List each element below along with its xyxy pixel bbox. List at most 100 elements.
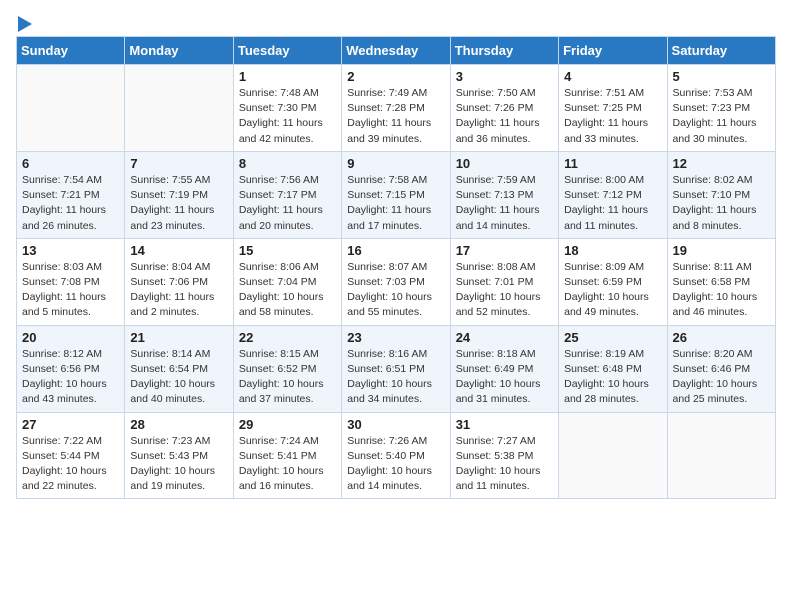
day-number: 4 [564, 69, 661, 84]
day-info: Sunrise: 7:48 AM Sunset: 7:30 PM Dayligh… [239, 86, 336, 147]
calendar-cell: 8Sunrise: 7:56 AM Sunset: 7:17 PM Daylig… [233, 151, 341, 238]
calendar-cell: 26 Sunrise: 8:20 AM Sunset: 6:46 PM Dayli… [667, 325, 775, 412]
calendar-cell: 3 Sunrise: 7:50 AM Sunset: 7:26 PM Daylig… [450, 65, 558, 152]
calendar-cell: 31 Sunrise: 7:27 AM Sunset: 5:38 PM Dayli… [450, 412, 558, 499]
calendar-week-row: 6Sunrise: 7:54 AM Sunset: 7:21 PM Daylig… [17, 151, 776, 238]
day-info: Sunrise: 8:18 AM Sunset: 6:49 PM Dayligh… [456, 347, 553, 408]
calendar-cell: 1 Sunrise: 7:48 AM Sunset: 7:30 PM Daylig… [233, 65, 341, 152]
day-info: Sunrise: 8:20 AM Sunset: 6:46 PM Dayligh… [673, 347, 770, 408]
day-number: 17 [456, 243, 553, 258]
calendar-cell: 29Sunrise: 7:24 AM Sunset: 5:41 PM Dayli… [233, 412, 341, 499]
day-info: Sunrise: 7:55 AM Sunset: 7:19 PM Dayligh… [130, 173, 227, 234]
calendar-week-row: 20Sunrise: 8:12 AM Sunset: 6:56 PM Dayli… [17, 325, 776, 412]
day-info: Sunrise: 7:59 AM Sunset: 7:13 PM Dayligh… [456, 173, 553, 234]
day-info: Sunrise: 7:22 AM Sunset: 5:44 PM Dayligh… [22, 434, 119, 495]
day-of-week-header: Monday [125, 37, 233, 65]
day-number: 19 [673, 243, 770, 258]
day-number: 28 [130, 417, 227, 432]
calendar-cell: 9 Sunrise: 7:58 AM Sunset: 7:15 PM Daylig… [342, 151, 450, 238]
day-number: 7 [130, 156, 227, 171]
logo [16, 16, 32, 28]
day-number: 15 [239, 243, 336, 258]
day-info: Sunrise: 7:54 AM Sunset: 7:21 PM Dayligh… [22, 173, 119, 234]
calendar-cell: 16 Sunrise: 8:07 AM Sunset: 7:03 PM Dayli… [342, 238, 450, 325]
day-number: 21 [130, 330, 227, 345]
day-number: 5 [673, 69, 770, 84]
calendar-cell: 4 Sunrise: 7:51 AM Sunset: 7:25 PM Daylig… [559, 65, 667, 152]
day-number: 20 [22, 330, 119, 345]
calendar-cell: 2 Sunrise: 7:49 AM Sunset: 7:28 PM Daylig… [342, 65, 450, 152]
day-number: 22 [239, 330, 336, 345]
day-number: 3 [456, 69, 553, 84]
day-number: 26 [673, 330, 770, 345]
day-info: Sunrise: 8:14 AM Sunset: 6:54 PM Dayligh… [130, 347, 227, 408]
day-info: Sunrise: 7:58 AM Sunset: 7:15 PM Dayligh… [347, 173, 444, 234]
day-info: Sunrise: 8:07 AM Sunset: 7:03 PM Dayligh… [347, 260, 444, 321]
day-number: 9 [347, 156, 444, 171]
day-number: 25 [564, 330, 661, 345]
day-info: Sunrise: 8:06 AM Sunset: 7:04 PM Dayligh… [239, 260, 336, 321]
calendar-cell: 22Sunrise: 8:15 AM Sunset: 6:52 PM Dayli… [233, 325, 341, 412]
day-of-week-header: Sunday [17, 37, 125, 65]
calendar-cell: 23Sunrise: 8:16 AM Sunset: 6:51 PM Dayli… [342, 325, 450, 412]
day-number: 16 [347, 243, 444, 258]
day-of-week-header: Saturday [667, 37, 775, 65]
calendar-cell: 14 Sunrise: 8:04 AM Sunset: 7:06 PM Dayli… [125, 238, 233, 325]
calendar-cell: 27 Sunrise: 7:22 AM Sunset: 5:44 PM Dayli… [17, 412, 125, 499]
calendar-cell: 5 Sunrise: 7:53 AM Sunset: 7:23 PM Daylig… [667, 65, 775, 152]
day-info: Sunrise: 7:27 AM Sunset: 5:38 PM Dayligh… [456, 434, 553, 495]
day-number: 2 [347, 69, 444, 84]
calendar-cell: 25 Sunrise: 8:19 AM Sunset: 6:48 PM Dayli… [559, 325, 667, 412]
day-info: Sunrise: 7:53 AM Sunset: 7:23 PM Dayligh… [673, 86, 770, 147]
calendar-cell: 6Sunrise: 7:54 AM Sunset: 7:21 PM Daylig… [17, 151, 125, 238]
day-of-week-header: Tuesday [233, 37, 341, 65]
calendar-cell: 17 Sunrise: 8:08 AM Sunset: 7:01 PM Dayli… [450, 238, 558, 325]
page-header [16, 16, 776, 28]
day-number: 18 [564, 243, 661, 258]
calendar-cell: 18 Sunrise: 8:09 AM Sunset: 6:59 PM Dayli… [559, 238, 667, 325]
day-number: 13 [22, 243, 119, 258]
day-info: Sunrise: 8:04 AM Sunset: 7:06 PM Dayligh… [130, 260, 227, 321]
day-number: 27 [22, 417, 119, 432]
day-number: 30 [347, 417, 444, 432]
calendar-week-row: 13 Sunrise: 8:03 AM Sunset: 7:08 PM Dayli… [17, 238, 776, 325]
calendar-cell: 30 Sunrise: 7:26 AM Sunset: 5:40 PM Dayli… [342, 412, 450, 499]
calendar-cell [559, 412, 667, 499]
calendar-cell: 28 Sunrise: 7:23 AM Sunset: 5:43 PM Dayli… [125, 412, 233, 499]
logo-arrow-icon [18, 16, 32, 32]
day-info: Sunrise: 7:49 AM Sunset: 7:28 PM Dayligh… [347, 86, 444, 147]
day-info: Sunrise: 7:50 AM Sunset: 7:26 PM Dayligh… [456, 86, 553, 147]
calendar-cell: 12 Sunrise: 8:02 AM Sunset: 7:10 PM Dayli… [667, 151, 775, 238]
calendar-cell: 11 Sunrise: 8:00 AM Sunset: 7:12 PM Dayli… [559, 151, 667, 238]
calendar-header-row: SundayMondayTuesdayWednesdayThursdayFrid… [17, 37, 776, 65]
day-number: 11 [564, 156, 661, 171]
day-info: Sunrise: 8:00 AM Sunset: 7:12 PM Dayligh… [564, 173, 661, 234]
calendar-cell: 19Sunrise: 8:11 AM Sunset: 6:58 PM Dayli… [667, 238, 775, 325]
day-info: Sunrise: 8:02 AM Sunset: 7:10 PM Dayligh… [673, 173, 770, 234]
day-info: Sunrise: 8:19 AM Sunset: 6:48 PM Dayligh… [564, 347, 661, 408]
day-info: Sunrise: 7:26 AM Sunset: 5:40 PM Dayligh… [347, 434, 444, 495]
day-info: Sunrise: 7:51 AM Sunset: 7:25 PM Dayligh… [564, 86, 661, 147]
calendar-week-row: 1 Sunrise: 7:48 AM Sunset: 7:30 PM Daylig… [17, 65, 776, 152]
day-info: Sunrise: 8:09 AM Sunset: 6:59 PM Dayligh… [564, 260, 661, 321]
calendar-cell [667, 412, 775, 499]
day-info: Sunrise: 8:08 AM Sunset: 7:01 PM Dayligh… [456, 260, 553, 321]
day-number: 23 [347, 330, 444, 345]
day-number: 29 [239, 417, 336, 432]
day-number: 31 [456, 417, 553, 432]
calendar-week-row: 27 Sunrise: 7:22 AM Sunset: 5:44 PM Dayli… [17, 412, 776, 499]
calendar-cell: 13 Sunrise: 8:03 AM Sunset: 7:08 PM Dayli… [17, 238, 125, 325]
calendar-cell: 20Sunrise: 8:12 AM Sunset: 6:56 PM Dayli… [17, 325, 125, 412]
day-info: Sunrise: 7:23 AM Sunset: 5:43 PM Dayligh… [130, 434, 227, 495]
day-info: Sunrise: 8:03 AM Sunset: 7:08 PM Dayligh… [22, 260, 119, 321]
day-of-week-header: Wednesday [342, 37, 450, 65]
calendar-table: SundayMondayTuesdayWednesdayThursdayFrid… [16, 36, 776, 499]
day-number: 12 [673, 156, 770, 171]
calendar-cell: 10 Sunrise: 7:59 AM Sunset: 7:13 PM Dayli… [450, 151, 558, 238]
day-number: 10 [456, 156, 553, 171]
day-number: 14 [130, 243, 227, 258]
day-number: 1 [239, 69, 336, 84]
calendar-body: 1 Sunrise: 7:48 AM Sunset: 7:30 PM Daylig… [17, 65, 776, 499]
calendar-cell [17, 65, 125, 152]
day-of-week-header: Thursday [450, 37, 558, 65]
